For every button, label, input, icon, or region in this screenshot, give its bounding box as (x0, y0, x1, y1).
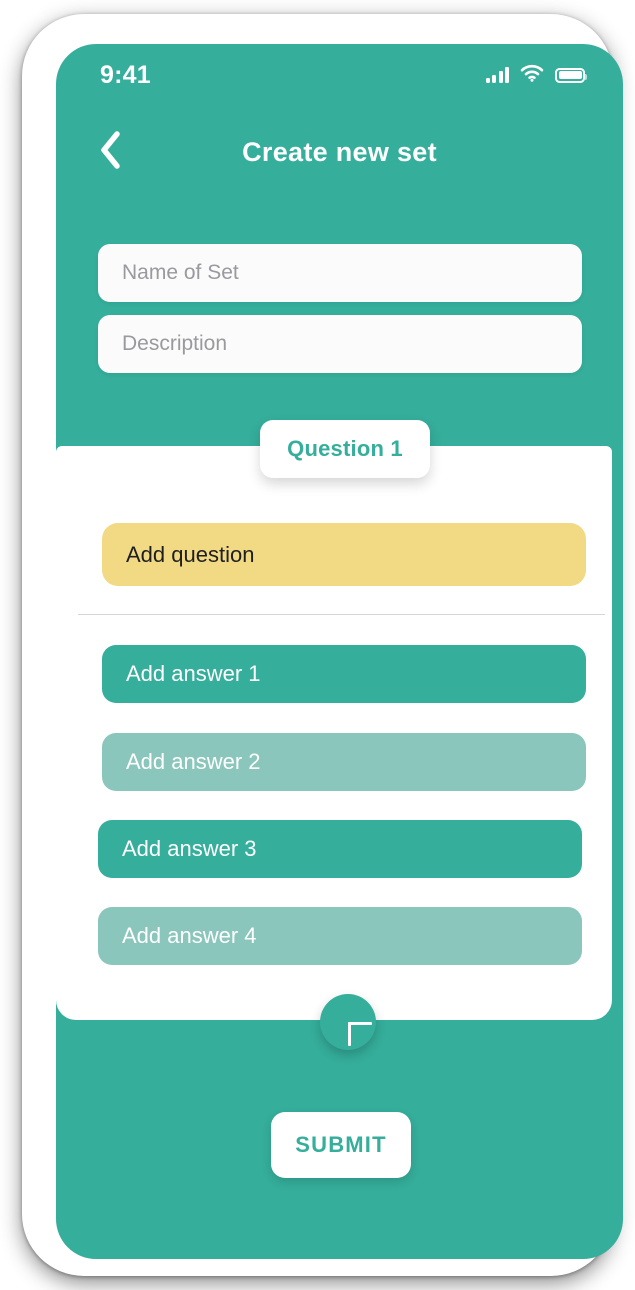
add-answer-2-placeholder: Add answer 2 (126, 749, 261, 774)
add-answer-1-placeholder: Add answer 1 (126, 661, 261, 686)
battery-full-icon (555, 67, 588, 83)
status-bar-time: 9:41 (100, 60, 151, 89)
set-description-input[interactable]: Description (98, 315, 582, 373)
chevron-left-icon (98, 130, 124, 175)
add-question-button[interactable] (320, 994, 376, 1050)
question-card: Add question Add answer 1 Add answer 2 A… (56, 446, 612, 1020)
back-button[interactable] (82, 123, 140, 181)
add-answer-4-placeholder: Add answer 4 (122, 923, 257, 948)
phone-frame: 9:41 Create new set Name of Set Descript… (22, 14, 623, 1276)
tab-question-1[interactable]: Question 1 (260, 420, 430, 478)
add-answer-1-input[interactable]: Add answer 1 (102, 645, 586, 703)
add-answer-3-input[interactable]: Add answer 3 (98, 820, 582, 878)
app-screen: 9:41 Create new set Name of Set Descript… (56, 44, 623, 1259)
add-answer-3-placeholder: Add answer 3 (122, 836, 257, 861)
submit-button-label: SUBMIT (295, 1132, 387, 1157)
set-description-placeholder: Description (122, 332, 228, 355)
set-name-input[interactable]: Name of Set (98, 244, 582, 302)
add-question-placeholder: Add question (126, 541, 255, 567)
add-answer-4-input[interactable]: Add answer 4 (98, 907, 582, 965)
signal-bars-icon (485, 67, 509, 83)
set-name-placeholder: Name of Set (122, 261, 239, 284)
submit-button[interactable]: SUBMIT (271, 1112, 411, 1178)
add-answer-2-input[interactable]: Add answer 2 (102, 733, 586, 791)
tab-question-1-label: Question 1 (287, 436, 403, 461)
question-answers-divider (78, 614, 605, 615)
page-title: Create new set (242, 136, 437, 167)
add-question-input[interactable]: Add question (102, 523, 586, 586)
app-header: Create new set (56, 106, 623, 198)
status-bar: 9:41 (56, 44, 623, 106)
wifi-icon (520, 64, 544, 87)
status-bar-icons (485, 64, 588, 87)
